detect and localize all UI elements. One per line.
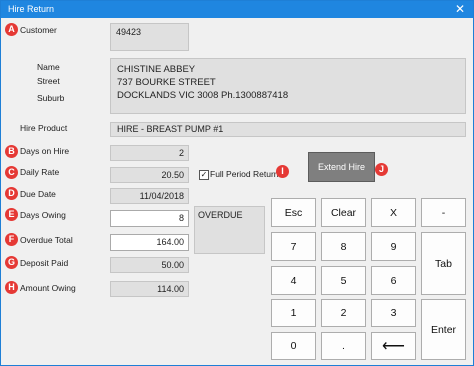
daily-rate-field: 20.50 <box>110 167 189 183</box>
extend-hire-label: Extend Hire <box>317 162 366 172</box>
amount-owing-field: 114.00 <box>110 281 189 297</box>
hire-product-value: HIRE - BREAST PUMP #1 <box>117 124 224 134</box>
marker-j: J <box>375 163 388 176</box>
daily-rate-label: Daily Rate <box>20 167 60 177</box>
deposit-paid-label: Deposit Paid <box>20 258 69 268</box>
overdue-total-input[interactable]: 164.00 <box>110 234 189 251</box>
marker-b: B <box>5 145 18 158</box>
days-owing-input[interactable]: 8 <box>110 210 189 227</box>
name-label: Name <box>37 62 60 72</box>
due-date-label: Due Date <box>20 189 56 199</box>
hire-product-label: Hire Product <box>20 123 68 133</box>
key-5-button[interactable]: 5 <box>321 266 366 295</box>
street-label: Street <box>37 76 60 86</box>
marker-g: G <box>5 256 18 269</box>
key-0-button[interactable]: 0 <box>271 332 316 360</box>
days-on-hire-label: Days on Hire <box>20 146 70 156</box>
deposit-paid-field: 50.00 <box>110 257 189 273</box>
days-owing-label: Days Owing <box>20 210 66 220</box>
close-icon[interactable]: ✕ <box>453 2 467 16</box>
name-value: CHISTINE ABBEY <box>117 64 196 75</box>
address-field: CHISTINE ABBEY 737 BOURKE STREET DOCKLAN… <box>110 58 466 114</box>
marker-d: D <box>5 187 18 200</box>
decimal-point-button[interactable]: . <box>321 332 366 360</box>
full-period-return-checkbox[interactable]: ✓ <box>199 170 209 180</box>
extend-hire-button[interactable]: Extend Hire <box>308 152 375 182</box>
key-3-button[interactable]: 3 <box>371 299 416 327</box>
tab-button[interactable]: Tab <box>421 232 466 295</box>
key-6-button[interactable]: 6 <box>371 266 416 295</box>
key-7-button[interactable]: 7 <box>271 232 316 261</box>
x-button[interactable]: X <box>371 198 416 227</box>
marker-e: E <box>5 208 18 221</box>
overdue-total-label: Overdue Total <box>20 235 73 245</box>
key-2-button[interactable]: 2 <box>321 299 366 327</box>
overdue-status: OVERDUE <box>198 210 243 220</box>
hire-product-field: HIRE - BREAST PUMP #1 <box>110 122 466 137</box>
customer-field: 49423 <box>110 23 189 51</box>
esc-button[interactable]: Esc <box>271 198 316 227</box>
customer-value: 49423 <box>116 27 142 37</box>
backspace-arrow-icon[interactable]: ⟵ <box>371 332 416 360</box>
customer-label: Customer <box>20 25 57 35</box>
marker-i: I <box>276 165 289 178</box>
street-value: 737 BOURKE STREET <box>117 77 216 88</box>
amount-owing-label: Amount Owing <box>20 283 76 293</box>
full-period-return-label: Full Period Return <box>210 169 279 179</box>
marker-c: C <box>5 166 18 179</box>
key-4-button[interactable]: 4 <box>271 266 316 295</box>
key-1-button[interactable]: 1 <box>271 299 316 327</box>
marker-h: H <box>5 281 18 294</box>
days-on-hire-field: 2 <box>110 145 189 161</box>
due-date-field: 11/04/2018 <box>110 188 189 204</box>
clear-button[interactable]: Clear <box>321 198 366 227</box>
minus-button[interactable]: - <box>421 198 466 227</box>
key-9-button[interactable]: 9 <box>371 232 416 261</box>
suburb-label: Suburb <box>37 93 65 103</box>
window-title: Hire Return <box>8 4 55 14</box>
key-8-button[interactable]: 8 <box>321 232 366 261</box>
title-bar: Hire Return ✕ <box>1 1 473 18</box>
marker-a: A <box>5 23 18 36</box>
overdue-status-box: OVERDUE <box>194 206 265 254</box>
enter-button[interactable]: Enter <box>421 299 466 360</box>
marker-f: F <box>5 233 18 246</box>
suburb-value: DOCKLANDS VIC 3008 Ph.1300887418 <box>117 90 289 101</box>
hire-return-window: Hire Return ✕ A Customer 49423 Name Stre… <box>0 0 474 366</box>
